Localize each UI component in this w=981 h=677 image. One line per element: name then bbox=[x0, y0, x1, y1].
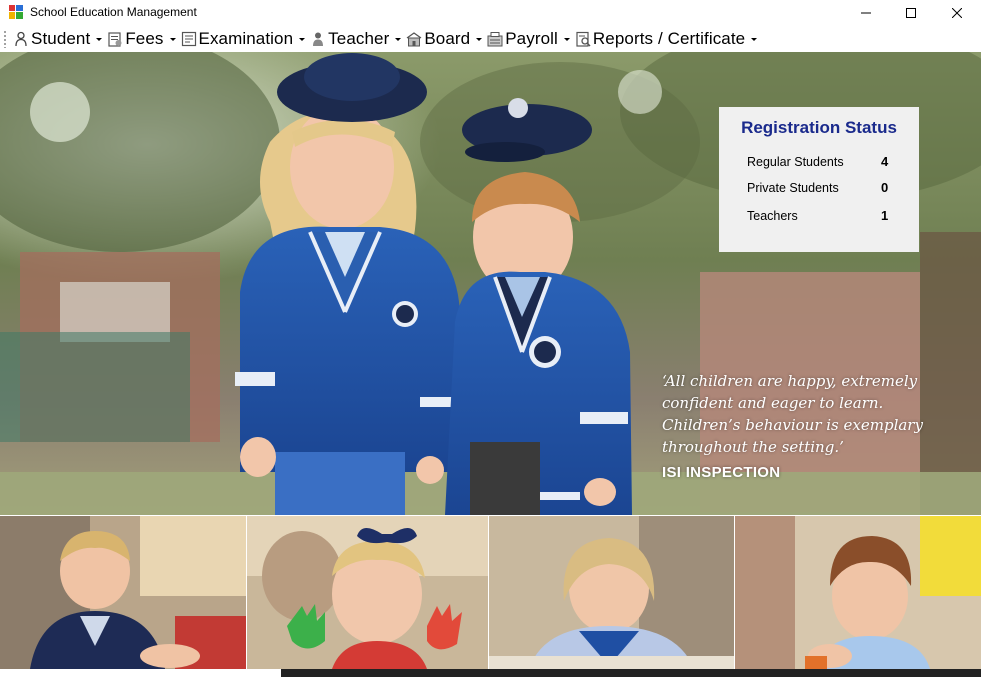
chevron-down-icon bbox=[299, 38, 306, 41]
teachers-count: 1 bbox=[881, 208, 889, 223]
chevron-down-icon bbox=[751, 38, 758, 41]
app-icon bbox=[9, 5, 23, 19]
window-title: School Education Management bbox=[30, 5, 197, 19]
quote-line: confident and eager to learn. bbox=[662, 394, 884, 412]
chevron-down-icon bbox=[169, 38, 176, 41]
photo-girl-painted-hands bbox=[247, 516, 488, 669]
menu-payroll[interactable]: Payroll bbox=[484, 27, 572, 51]
status-strip bbox=[281, 669, 981, 677]
maximize-button[interactable] bbox=[888, 0, 934, 25]
examination-icon bbox=[181, 31, 196, 46]
toolbar-grip[interactable] bbox=[3, 29, 7, 48]
quote-source: ISI INSPECTION bbox=[662, 464, 781, 481]
minimize-button[interactable] bbox=[843, 0, 889, 25]
fees-icon bbox=[108, 31, 122, 47]
board-icon bbox=[406, 31, 422, 46]
chevron-down-icon bbox=[395, 38, 402, 41]
teachers-label: Teachers bbox=[747, 209, 798, 223]
student-icon bbox=[15, 31, 27, 46]
close-button[interactable] bbox=[934, 0, 980, 25]
regular-students-count: 4 bbox=[881, 154, 889, 169]
private-students-label: Private Students bbox=[747, 181, 839, 195]
chevron-down-icon bbox=[563, 38, 570, 41]
photo-girl-drawing bbox=[489, 516, 734, 669]
report-icon bbox=[576, 31, 591, 47]
quote-line: Children’s behaviour is exemplary bbox=[662, 416, 923, 434]
inspection-quote: ‘All children are happy, extremely confi… bbox=[662, 370, 923, 458]
maximize-icon bbox=[906, 7, 916, 18]
menu-reports-certificate[interactable]: Reports / Certificate bbox=[572, 27, 759, 51]
teacher-icon bbox=[313, 32, 324, 46]
main-content: Registration Status Regular Students 4 P… bbox=[0, 52, 981, 677]
menu-bar: Student Fees Examination Teacher Board P… bbox=[0, 25, 981, 52]
quote-line: throughout the setting.’ bbox=[662, 438, 844, 456]
menu-board-label: Board bbox=[424, 28, 471, 48]
menu-fees-label: Fees bbox=[125, 28, 164, 48]
private-students-count: 0 bbox=[881, 180, 889, 195]
menu-student-label: Student bbox=[31, 28, 91, 48]
menu-teacher-label: Teacher bbox=[328, 28, 390, 48]
photo-boy-writing bbox=[0, 516, 246, 669]
title-bar: School Education Management bbox=[0, 0, 981, 25]
quote-line: ‘All children are happy, extremely bbox=[662, 372, 918, 390]
chevron-down-icon bbox=[476, 38, 483, 41]
menu-examination-label: Examination bbox=[198, 28, 294, 48]
registration-status-title: Registration Status bbox=[741, 118, 897, 137]
close-icon bbox=[952, 7, 962, 18]
minimize-icon bbox=[861, 12, 871, 13]
menu-teacher[interactable]: Teacher bbox=[307, 27, 403, 51]
registration-status-panel: Registration Status Regular Students 4 P… bbox=[719, 107, 919, 252]
menu-board[interactable]: Board bbox=[403, 27, 484, 51]
regular-students-label: Regular Students bbox=[747, 155, 844, 169]
menu-reports-certificate-label: Reports / Certificate bbox=[592, 28, 746, 48]
menu-fees[interactable]: Fees bbox=[104, 27, 177, 51]
chevron-down-icon bbox=[96, 38, 103, 41]
photo-boy-smiling bbox=[735, 516, 981, 669]
menu-payroll-label: Payroll bbox=[505, 28, 558, 48]
menu-examination[interactable]: Examination bbox=[178, 27, 308, 51]
menu-student[interactable]: Student bbox=[10, 27, 104, 51]
payroll-icon bbox=[487, 31, 503, 46]
